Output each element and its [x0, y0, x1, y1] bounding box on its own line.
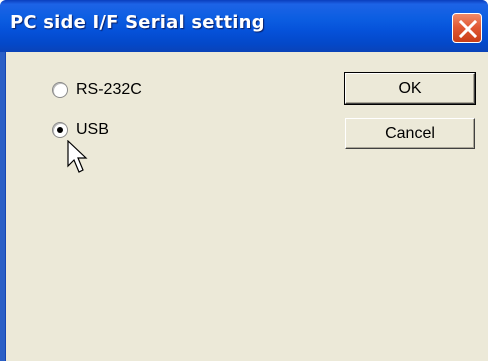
window-title: PC side I/F Serial setting — [10, 12, 265, 33]
ok-button[interactable]: OK — [344, 72, 476, 105]
radio-button-checked[interactable] — [52, 122, 68, 138]
arrow-cursor-icon — [67, 140, 88, 173]
radio-rs232c[interactable]: RS-232C — [52, 81, 142, 99]
radio-selected-dot — [57, 127, 63, 133]
radio-usb[interactable]: USB — [52, 121, 109, 139]
close-icon — [458, 19, 478, 39]
dialog-content: RS-232C USB OK Cancel — [5, 52, 488, 361]
radio-button-unchecked[interactable] — [52, 82, 68, 98]
close-button[interactable] — [452, 13, 482, 43]
cancel-button[interactable]: Cancel — [345, 118, 475, 149]
title-bar[interactable]: PC side I/F Serial setting — [0, 0, 488, 52]
radio-label-usb: USB — [76, 121, 109, 138]
radio-label-rs232c: RS-232C — [76, 81, 142, 98]
dialog-window: PC side I/F Serial setting RS-232C USB O… — [0, 0, 488, 361]
